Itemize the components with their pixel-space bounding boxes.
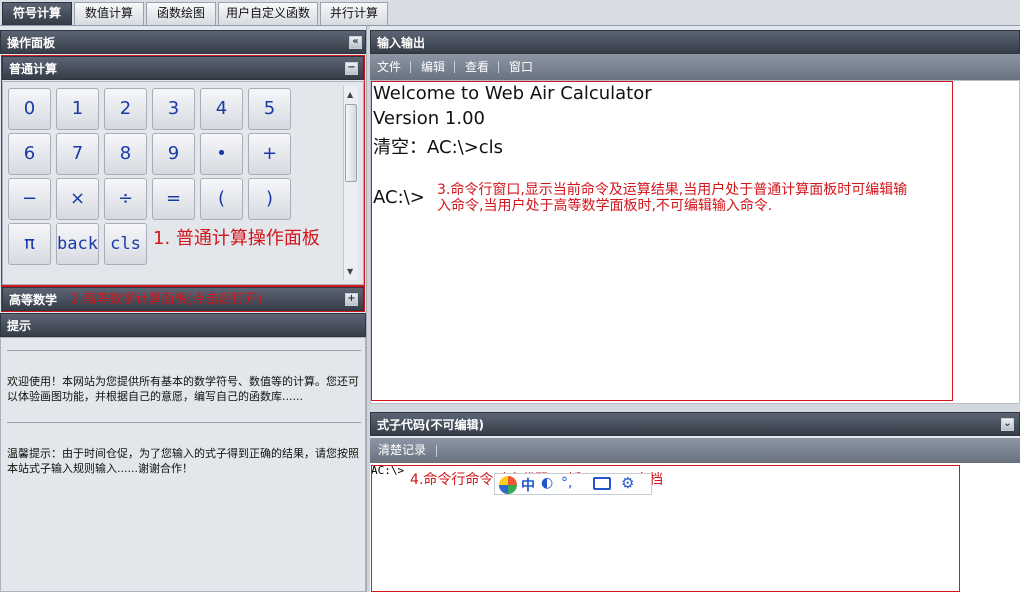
clear-history-button[interactable]: 清楚记录 — [378, 438, 426, 463]
io-title: 输入输出 — [377, 36, 426, 50]
key-cls[interactable]: cls — [104, 223, 147, 265]
key-5[interactable]: 5 — [248, 88, 291, 130]
scroll-down-icon[interactable]: ▼ — [347, 267, 353, 276]
tab-numeric[interactable]: 数值计算 — [74, 2, 144, 25]
menu-edit[interactable]: 编辑 — [421, 54, 445, 80]
collapse-left-icon[interactable]: « — [349, 36, 362, 49]
tips-header: 提示 — [0, 313, 366, 337]
key-dot[interactable]: • — [200, 133, 243, 175]
key-divide[interactable]: ÷ — [104, 178, 147, 220]
code-toolbar: 清楚记录 — [370, 438, 1020, 463]
operation-panel-title: 操作面板 — [7, 36, 56, 50]
basic-panel-scrollbar[interactable]: ▲ ▼ — [343, 86, 358, 280]
ime-punct-icon[interactable]: °, — [561, 475, 572, 491]
code-prompt: AC:\> — [371, 464, 405, 477]
key-close-paren[interactable]: ) — [248, 178, 291, 220]
code-title: 式子代码(不可编辑) — [377, 418, 484, 432]
basic-calc-title: 普通计算 — [9, 62, 58, 76]
io-splitter[interactable] — [370, 404, 1020, 412]
tab-plot[interactable]: 函数绘图 — [146, 2, 216, 25]
tab-user-functions[interactable]: 用户自定义函数 — [218, 2, 318, 25]
advanced-math-title: 高等数学 — [9, 293, 58, 307]
operation-panel-header: 操作面板 « — [0, 30, 366, 54]
key-multiply[interactable]: × — [56, 178, 99, 220]
code-output: AC:\> 4.命令行命令对应代码,可插入LaTex文档 中 ◐ °, ⚙ — [370, 463, 1020, 592]
menu-file[interactable]: 文件 — [377, 54, 401, 80]
key-plus[interactable]: + — [248, 133, 291, 175]
tip-divider — [7, 350, 361, 351]
console-line-welcome: Welcome to Web Air Calculator — [373, 83, 652, 104]
tips-panel: 欢迎使用！本网站为您提供所有基本的数学符号、数值等的计算。您还可以体验画图功能，… — [0, 337, 366, 592]
key-1[interactable]: 1 — [56, 88, 99, 130]
chevron-down-icon[interactable]: ⌄ — [1001, 418, 1014, 431]
tip-warning-text: 温馨提示：由于时间仓促，为了您输入的式子得到正确的结果，请您按照本站式子输入规则… — [7, 447, 359, 475]
basic-panel-annotation: 1. 普通计算操作面板 — [153, 228, 320, 249]
ime-keyboard-icon[interactable] — [593, 477, 611, 490]
key-open-paren[interactable]: ( — [200, 178, 243, 220]
menu-separator — [498, 61, 499, 73]
scroll-up-icon[interactable]: ▲ — [347, 90, 353, 99]
tips-title: 提示 — [7, 319, 32, 333]
menu-window[interactable]: 窗口 — [509, 54, 533, 80]
key-pi[interactable]: π — [8, 223, 51, 265]
ime-toolbar[interactable]: 中 ◐ °, ⚙ — [494, 473, 652, 495]
io-header: 输入输出 — [370, 30, 1020, 54]
key-minus[interactable]: − — [8, 178, 51, 220]
tip-welcome-text: 欢迎使用！本网站为您提供所有基本的数学符号、数值等的计算。您还可以体验画图功能，… — [7, 375, 359, 403]
menu-view[interactable]: 查看 — [465, 54, 489, 80]
ime-logo-icon — [499, 476, 517, 494]
basic-calc-header[interactable]: 普通计算 − — [2, 56, 364, 80]
ime-moon-icon[interactable]: ◐ — [541, 475, 553, 491]
key-2[interactable]: 2 — [104, 88, 147, 130]
io-console[interactable]: Welcome to Web Air Calculator Version 1.… — [370, 80, 1020, 404]
key-0[interactable]: 0 — [8, 88, 51, 130]
ime-settings-icon[interactable]: ⚙ — [621, 474, 634, 492]
menu-separator — [436, 445, 437, 457]
minus-icon[interactable]: − — [345, 62, 358, 75]
tab-parallel[interactable]: 并行计算 — [320, 2, 388, 25]
top-tab-bar: 符号计算 数值计算 函数绘图 用户自定义函数 并行计算 — [0, 0, 1020, 26]
ime-chinese-icon[interactable]: 中 — [521, 475, 535, 495]
io-menubar: 文件 编辑 查看 窗口 — [370, 54, 1020, 80]
key-equals[interactable]: = — [152, 178, 195, 220]
key-4[interactable]: 4 — [200, 88, 243, 130]
key-7[interactable]: 7 — [56, 133, 99, 175]
basic-calc-panel: 0 1 2 3 4 5 6 7 8 9 • + − × ÷ = ( ) π ba… — [2, 81, 364, 285]
key-8[interactable]: 8 — [104, 133, 147, 175]
menu-separator — [410, 61, 411, 73]
key-9[interactable]: 9 — [152, 133, 195, 175]
key-back[interactable]: back — [56, 223, 99, 265]
scroll-thumb[interactable] — [345, 104, 357, 182]
console-prompt: AC:\> — [373, 187, 425, 208]
key-6[interactable]: 6 — [8, 133, 51, 175]
key-3[interactable]: 3 — [152, 88, 195, 130]
code-header: 式子代码(不可编辑) ⌄ — [370, 412, 1020, 436]
plus-icon[interactable]: + — [345, 293, 358, 306]
tab-symbolic[interactable]: 符号计算 — [2, 2, 72, 25]
console-annotation: 3.命令行窗口,显示当前命令及运算结果,当用户处于普通计算面板时可编辑输入命令,… — [437, 182, 908, 214]
menu-separator — [454, 61, 455, 73]
console-line-cls: 清空：AC:\>cls — [373, 137, 504, 158]
console-line-version: Version 1.00 — [373, 108, 485, 129]
advanced-panel-annotation: 2.高等数学计算面板(点击后打开) — [71, 292, 263, 307]
tip-divider — [7, 422, 361, 423]
advanced-math-header[interactable]: 高等数学 2.高等数学计算面板(点击后打开) + — [2, 287, 364, 311]
